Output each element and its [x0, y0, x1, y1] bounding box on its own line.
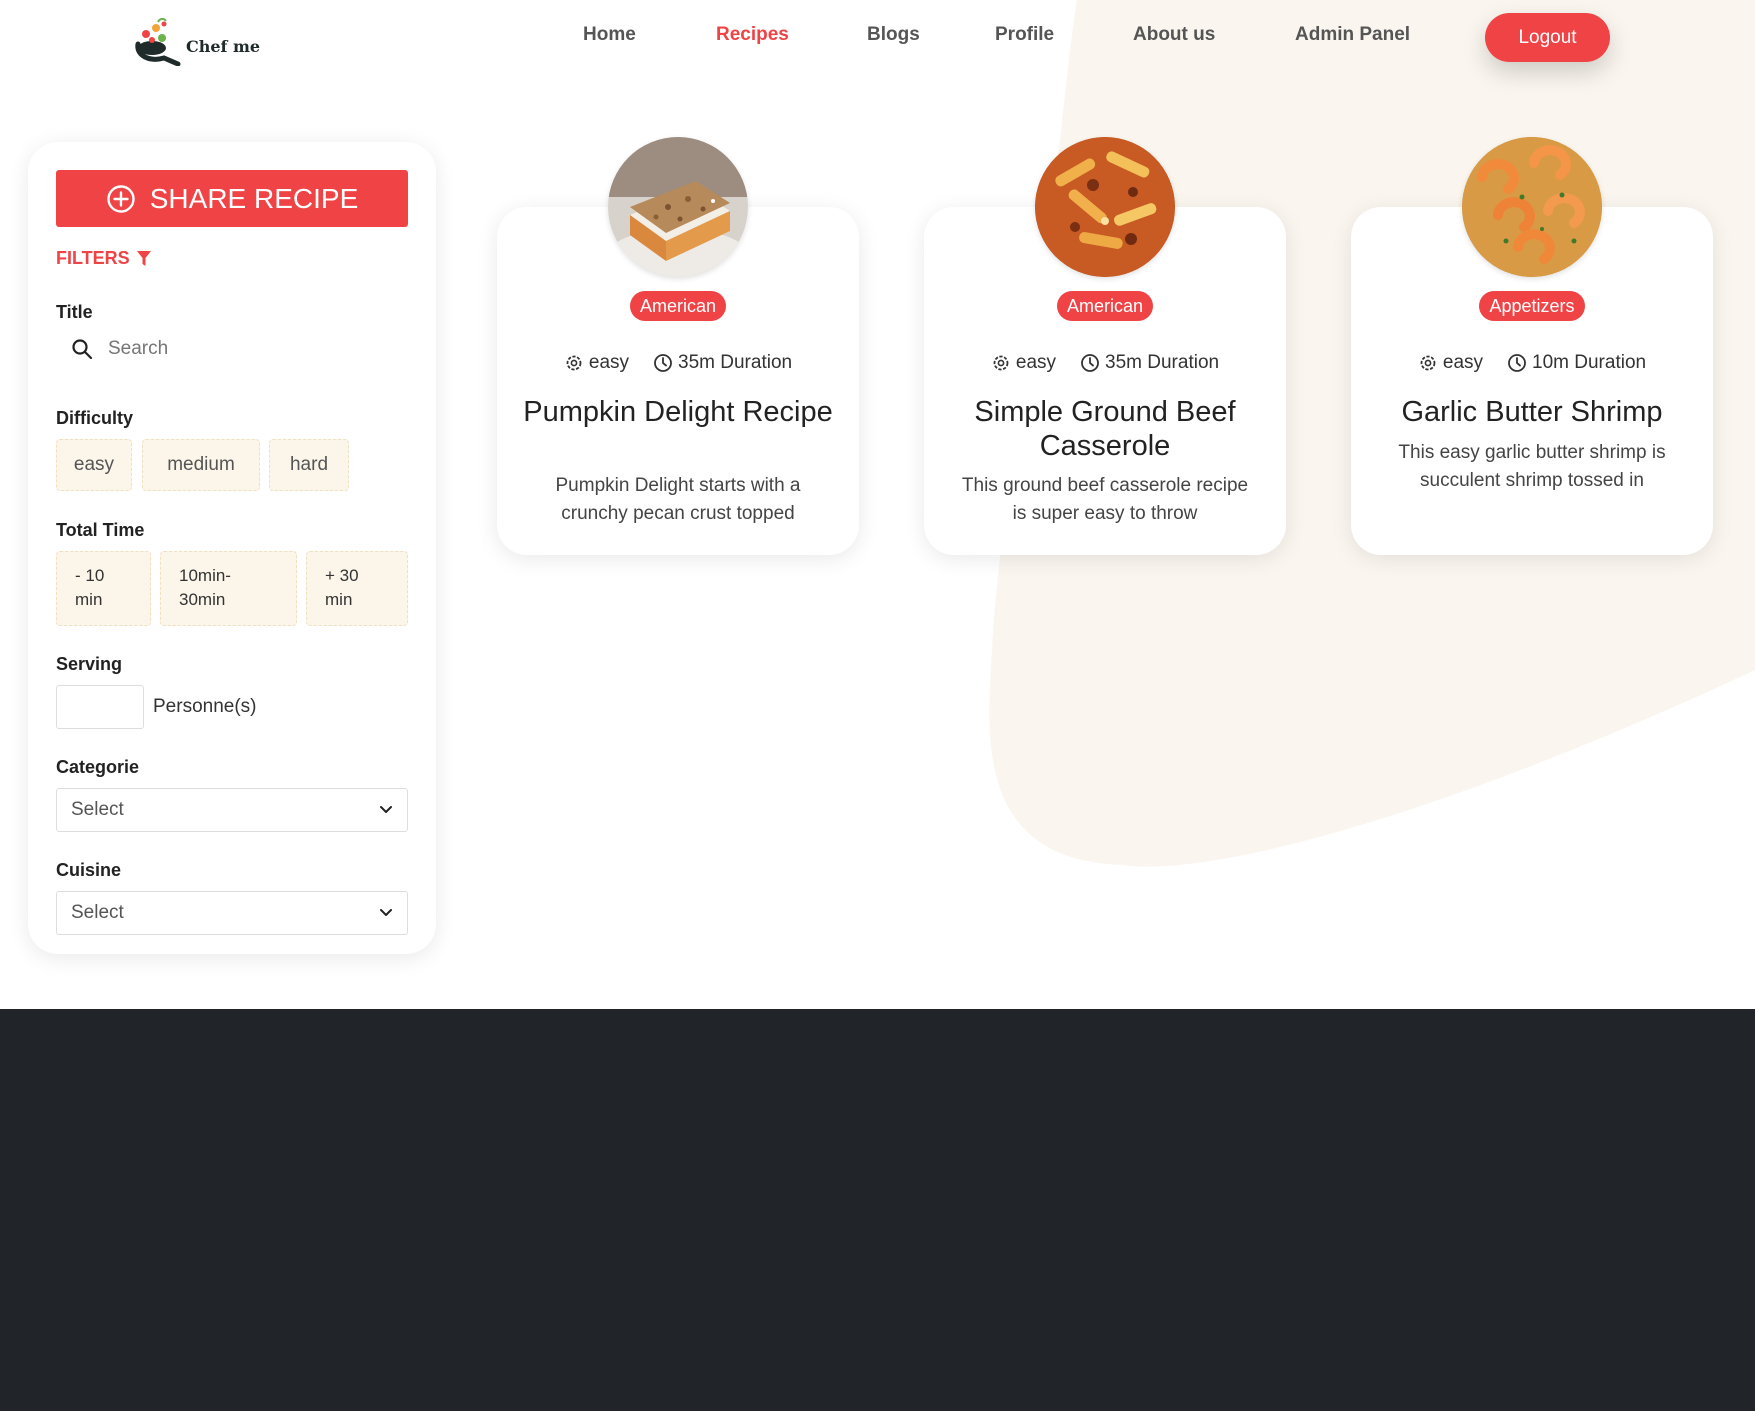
cuisine-select[interactable]: Select [56, 891, 408, 935]
funnel-icon [136, 250, 151, 266]
recipe-duration: 35m Duration [1105, 352, 1220, 373]
recipe-meta: easy 10m Duration [1351, 352, 1713, 374]
recipe-card[interactable]: American easy 35m Duration Pumpkin Delig… [497, 137, 859, 555]
cuisine-select-value: Select [71, 902, 124, 923]
difficulty-filter-label: Difficulty [56, 408, 134, 428]
clock-icon [1508, 354, 1526, 372]
brand-name: Chef me [186, 36, 261, 56]
recipe-tag: American [497, 291, 859, 321]
recipe-tag: Appetizers [1351, 291, 1713, 321]
recipe-duration: 10m Duration [1532, 352, 1647, 373]
title-search-field[interactable] [56, 328, 408, 370]
recipe-duration: 35m Duration [678, 352, 793, 373]
recipe-difficulty: easy [588, 352, 630, 373]
difficulty-chip-easy[interactable]: easy [56, 439, 132, 491]
gear-icon [1420, 355, 1436, 371]
page-footer [0, 1009, 1755, 1411]
categorie-filter-label: Categorie [56, 757, 140, 777]
time-chip-over-30[interactable]: + 30 min [306, 551, 408, 626]
categorie-select-value: Select [71, 799, 124, 820]
recipe-title: Simple Ground Beef Casserole [974, 396, 1236, 462]
gear-icon [993, 355, 1009, 371]
chef-pan-logo-icon [135, 18, 181, 66]
recipe-image [1035, 137, 1175, 277]
clock-icon [1081, 354, 1099, 372]
nav-blogs[interactable]: Blogs [867, 24, 920, 46]
time-chip-line: min [325, 590, 353, 609]
recipe-card[interactable]: American easy 35m Duration Simple Ground… [924, 137, 1286, 555]
difficulty-chip-medium[interactable]: medium [142, 439, 260, 491]
gear-icon [566, 355, 582, 371]
recipe-description: Pumpkin Delight starts with a crunchy pe… [555, 475, 801, 524]
time-chip-line: 30min [179, 590, 226, 609]
nav-home[interactable]: Home [583, 24, 636, 46]
recipe-tag-label: Appetizers [1479, 291, 1585, 321]
cuisine-filter-label: Cuisine [56, 860, 122, 880]
logout-button[interactable]: Logout [1485, 13, 1610, 62]
time-chip-line: - 10 [75, 566, 105, 585]
filters-label: FILTERS [56, 248, 130, 268]
share-recipe-label: SHARE RECIPE [149, 182, 359, 214]
clock-icon [654, 354, 672, 372]
recipe-meta: easy 35m Duration [924, 352, 1286, 374]
recipe-meta: easy 35m Duration [497, 352, 859, 374]
nav-about-us[interactable]: About us [1133, 24, 1215, 46]
time-chip-line: min [75, 590, 103, 609]
search-icon [72, 339, 93, 360]
serving-unit-label: Personne(s) [153, 696, 257, 717]
difficulty-chip-hard[interactable]: hard [269, 439, 349, 491]
serving-filter-label: Serving [56, 654, 123, 674]
recipe-title: Garlic Butter Shrimp [1401, 396, 1663, 428]
time-chip-10-30[interactable]: 10min- 30min [160, 551, 297, 626]
top-navbar: Chef me Home Recipes Blogs Profile About… [0, 0, 1755, 80]
recipe-tag-label: American [1056, 291, 1154, 321]
recipe-difficulty: easy [1015, 352, 1057, 373]
recipe-card[interactable]: Appetizers easy 10m Duration Garlic Butt… [1351, 137, 1713, 555]
serving-input[interactable] [56, 685, 144, 729]
recipe-image [608, 137, 748, 277]
chevron-down-icon [380, 909, 392, 916]
nav-profile[interactable]: Profile [995, 24, 1054, 46]
filters-heading: FILTERS [56, 248, 152, 269]
share-recipe-button[interactable]: SHARE RECIPE [56, 170, 408, 227]
nav-recipes[interactable]: Recipes [716, 24, 789, 46]
recipe-description: This ground beef casserole recipe is sup… [961, 475, 1249, 524]
nav-admin-panel[interactable]: Admin Panel [1295, 24, 1410, 46]
time-chip-under-10[interactable]: - 10 min [56, 551, 151, 626]
time-chip-line: 10min- [179, 566, 231, 585]
brand-logo[interactable]: Chef me [134, 18, 274, 66]
plus-circle-icon [107, 184, 135, 213]
recipe-image [1462, 137, 1602, 277]
title-filter-label: Title [56, 302, 93, 322]
total-time-filter-label: Total Time [56, 520, 145, 540]
time-chip-line: + 30 [325, 566, 359, 585]
categorie-select[interactable]: Select [56, 788, 408, 832]
filters-sidebar: SHARE RECIPE FILTERS Title Difficulty ea… [28, 142, 436, 954]
recipe-tag-label: American [629, 291, 727, 321]
recipe-difficulty: easy [1442, 352, 1484, 373]
recipe-tag: American [924, 291, 1286, 321]
search-input[interactable] [108, 338, 388, 360]
recipe-title: Pumpkin Delight Recipe [523, 396, 833, 428]
chevron-down-icon [380, 806, 392, 813]
recipe-description: This easy garlic butter shrimp is succul… [1398, 442, 1666, 491]
